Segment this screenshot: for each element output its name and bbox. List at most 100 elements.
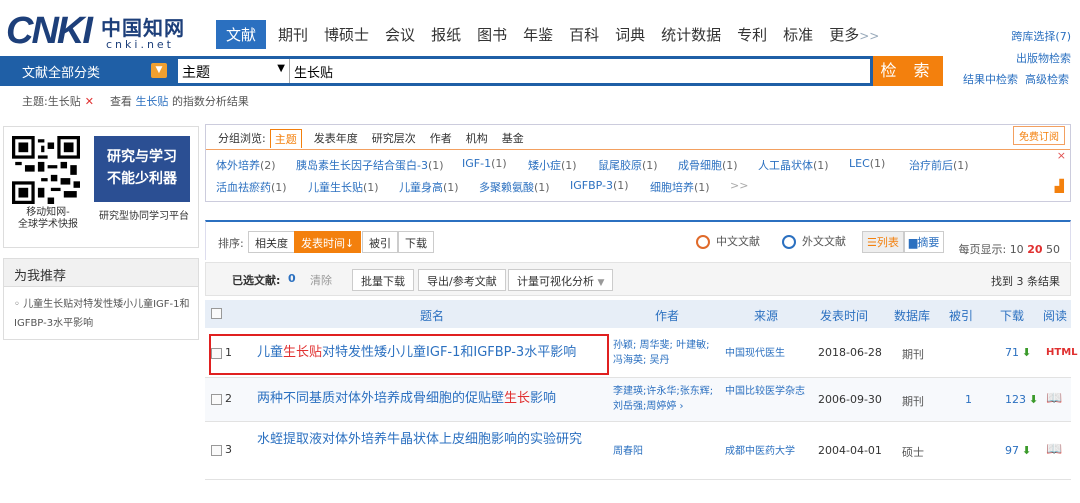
facet-item[interactable]: 体外培养(2)	[216, 157, 276, 173]
sort-relevance[interactable]: 相关度	[248, 231, 295, 253]
sort-citations[interactable]: 被引	[362, 231, 398, 253]
download-link[interactable]: 97 ⬇	[1005, 444, 1031, 457]
col-read[interactable]: 阅读	[1043, 307, 1067, 324]
nav-tab-books[interactable]: 图书	[477, 24, 507, 45]
nav-tab-journal[interactable]: 期刊	[278, 24, 308, 45]
per-page-20[interactable]: 20	[1027, 243, 1042, 256]
facet-item[interactable]: 胰岛素生长因子结合蛋白-3(1)	[296, 157, 444, 173]
cross-db-link[interactable]: 跨库选择(7)	[1011, 26, 1071, 48]
group-tab-institution[interactable]: 机构	[464, 129, 490, 148]
nav-tab-patent[interactable]: 专利	[737, 24, 767, 45]
recommend-heading: 为我推荐	[4, 259, 198, 287]
chinese-docs-toggle[interactable]: 中文文献	[696, 233, 760, 249]
download-link[interactable]: 71 ⬇	[1005, 346, 1031, 359]
category-selector[interactable]: 文献全部分类	[22, 62, 100, 81]
per-page-50[interactable]: 50	[1046, 243, 1060, 256]
facet-item[interactable]: 人工晶状体(1)	[758, 157, 829, 173]
html-read-icon[interactable]: HTML	[1046, 347, 1078, 358]
col-date[interactable]: 发表时间	[820, 307, 868, 324]
result-title-link[interactable]: 两种不同基质对体外培养成骨细胞的促贴壁生长影响	[257, 388, 556, 410]
per-page-10[interactable]: 10	[1010, 243, 1024, 256]
facet-item[interactable]: 成骨细胞(1)	[678, 157, 738, 173]
row-checkbox[interactable]	[211, 445, 222, 456]
result-source[interactable]: 成都中医药大学	[725, 444, 815, 459]
result-citations[interactable]: 1	[965, 393, 972, 406]
facet-label: 多聚赖氨酸	[479, 181, 534, 194]
col-citations[interactable]: 被引	[949, 307, 973, 324]
facet-item[interactable]: 细胞培养(1)	[650, 179, 710, 195]
result-authors[interactable]: 周春阳	[613, 444, 721, 459]
facet-item[interactable]: 儿童身高(1)	[399, 179, 459, 195]
facet-item[interactable]: IGF-1(1)	[462, 157, 507, 170]
list-view-button[interactable]: ☰列表	[862, 231, 904, 253]
select-all-checkbox[interactable]	[211, 308, 222, 319]
row-checkbox[interactable]	[211, 394, 222, 405]
facet-label: 活血祛瘀药	[216, 181, 271, 194]
facet-item[interactable]: 活血祛瘀药(1)	[216, 179, 287, 195]
result-authors[interactable]: 孙颖; 周华斐; 叶建敏; 冯海英; 吴丹	[613, 338, 721, 368]
col-database[interactable]: 数据库	[894, 307, 930, 324]
group-tab-topic[interactable]: 主题	[269, 129, 302, 148]
search-field-select[interactable]: 主题 ▼	[178, 59, 290, 83]
chevron-down-icon[interactable]: ▼	[151, 63, 167, 78]
recommend-item[interactable]: ◦ 儿童生长贴对特发性矮小儿童IGF-1和IGFBP-3水平影响	[14, 295, 194, 333]
result-source[interactable]: 中国现代医生	[725, 346, 815, 361]
remove-term-icon[interactable]: ✕	[85, 95, 94, 108]
sort-date[interactable]: 发表时间↓	[294, 231, 362, 253]
result-title-link[interactable]: 水蛭提取液对体外培养牛晶状体上皮细胞影响的实验研究	[257, 429, 607, 451]
nav-tab-thesis[interactable]: 博硕士	[324, 24, 369, 45]
nav-tab-statistics[interactable]: 统计数据	[661, 24, 721, 45]
nav-tab-conference[interactable]: 会议	[385, 24, 415, 45]
free-subscribe-button[interactable]: 免费订阅	[1013, 126, 1065, 145]
col-source[interactable]: 来源	[754, 307, 778, 324]
facet-label: 儿童生长贴	[308, 181, 363, 194]
result-authors[interactable]: 李建瑛;许永华;张东辉;刘岳强;周婷婷 ›	[613, 384, 721, 414]
col-author[interactable]: 作者	[655, 307, 679, 324]
group-tab-fund[interactable]: 基金	[500, 129, 526, 148]
study-platform-banner[interactable]: 研究与学习 不能少利器	[94, 136, 190, 202]
search-input[interactable]	[290, 59, 870, 83]
abstract-view-button[interactable]: ▆摘要	[903, 231, 945, 253]
facet-item[interactable]: 治疗前后(1)	[909, 157, 969, 173]
facet-item[interactable]: LEC(1)	[849, 157, 885, 170]
nav-tab-yearbook[interactable]: 年鉴	[523, 24, 553, 45]
clear-selection-link[interactable]: 清除	[310, 272, 332, 288]
nav-tab-standard[interactable]: 标准	[783, 24, 813, 45]
nav-tab-encyclopedia[interactable]: 百科	[569, 24, 599, 45]
nav-tab-newspaper[interactable]: 报纸	[431, 24, 461, 45]
col-title[interactable]: 题名	[420, 307, 444, 324]
nav-tab-wenxian[interactable]: 文献	[216, 19, 267, 49]
close-icon[interactable]: ×	[1057, 149, 1066, 162]
batch-download-button[interactable]: 批量下载	[352, 269, 414, 291]
group-tab-author[interactable]: 作者	[428, 129, 454, 148]
cnki-logo[interactable]: CNKI 中国知网 cnki.net	[6, 10, 186, 52]
export-button[interactable]: 导出/参考文献	[418, 269, 506, 291]
col-downloads[interactable]: 下载	[1000, 307, 1024, 324]
facet-item[interactable]: 儿童生长贴(1)	[308, 179, 379, 195]
foreign-docs-toggle[interactable]: 外文文献	[782, 233, 846, 249]
group-tab-year[interactable]: 发表年度	[312, 129, 360, 148]
result-source[interactable]: 中国比较医学杂志	[725, 384, 815, 399]
search-button[interactable]: 检 索	[873, 56, 943, 86]
group-facets: 体外培养(2) 胰岛素生长因子结合蛋白-3(1) IGF-1(1) 矮小症(1)…	[206, 149, 1070, 202]
facet-item[interactable]: 矮小症(1)	[528, 157, 577, 173]
facet-more-icon[interactable]: >>	[730, 179, 748, 192]
facet-label: IGFBP-3	[570, 179, 614, 192]
nav-tab-more[interactable]: 更多>>	[829, 24, 879, 45]
book-read-icon[interactable]: 📖	[1046, 391, 1062, 406]
search-in-results-link[interactable]: 结果中检索	[963, 73, 1018, 86]
facet-count: (1)	[443, 181, 459, 194]
facet-item[interactable]: IGFBP-3(1)	[570, 179, 629, 192]
facet-item[interactable]: 多聚赖氨酸(1)	[479, 179, 550, 195]
nav-tab-dictionary[interactable]: 词典	[615, 24, 645, 45]
book-read-icon[interactable]: 📖	[1046, 442, 1062, 457]
publisher-search-link[interactable]: 出版物检索	[1011, 48, 1071, 70]
analyze-keyword-link[interactable]: 生长贴	[135, 95, 168, 108]
sort-downloads[interactable]: 下载	[398, 231, 434, 253]
facet-item[interactable]: 鼠尾胶原(1)	[598, 157, 658, 173]
group-tab-level[interactable]: 研究层次	[370, 129, 418, 148]
download-link[interactable]: 123 ⬇	[1005, 393, 1038, 406]
chart-icon[interactable]: ▟	[1055, 179, 1064, 193]
visual-analysis-dropdown[interactable]: 计量可视化分析 ▼	[508, 269, 614, 291]
advanced-search-link[interactable]: 高级检索	[1025, 73, 1069, 86]
